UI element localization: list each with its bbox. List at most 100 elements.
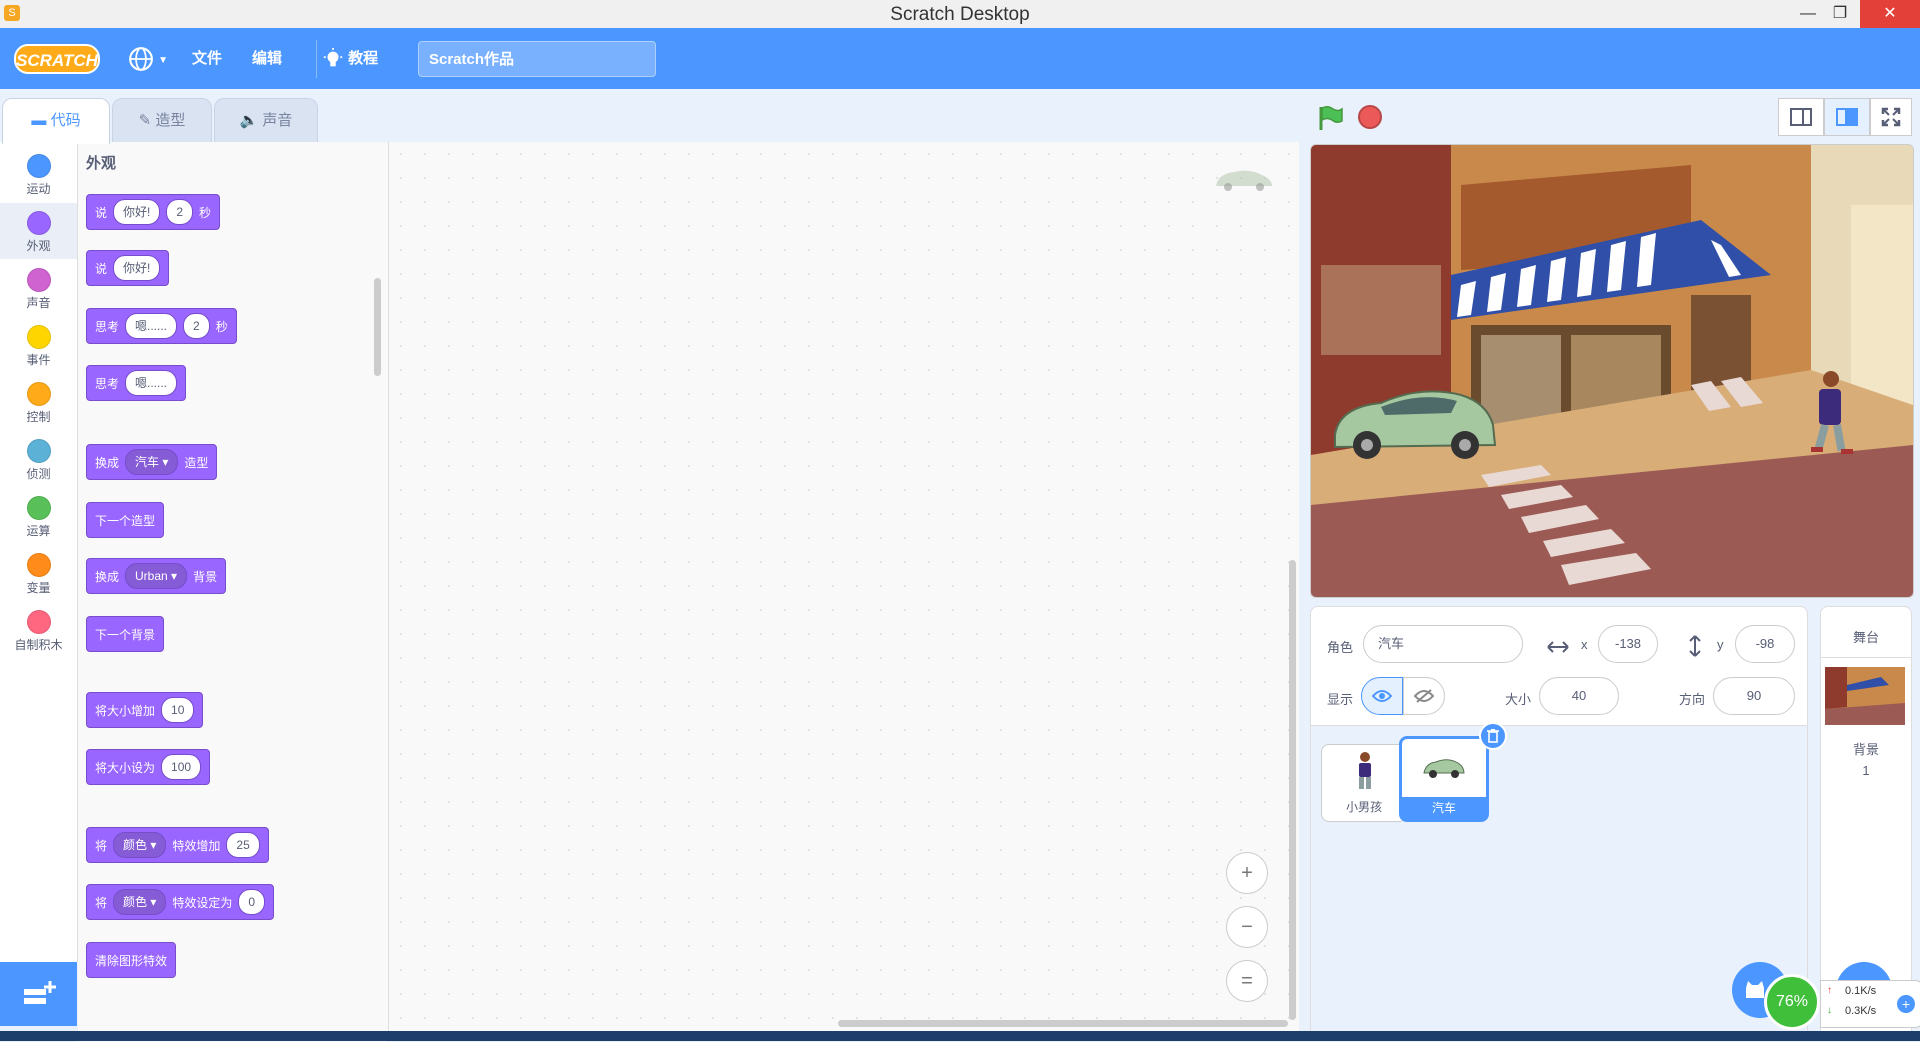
maximize-button[interactable]: ❐ xyxy=(1818,0,1862,28)
x-label: x xyxy=(1581,637,1588,652)
show-sprite-button[interactable] xyxy=(1361,677,1403,715)
block-think-for-secs[interactable]: 思考 嗯...... 2 秒 xyxy=(86,308,237,344)
window-title-bar: S Scratch Desktop — ❐ ✕ xyxy=(0,0,1920,29)
category-looks[interactable]: 外观 xyxy=(0,203,77,259)
upload-speed: 0.1K/s xyxy=(1845,985,1877,997)
expand-widget-icon[interactable]: + xyxy=(1897,995,1915,1013)
direction-input[interactable]: 90 xyxy=(1713,677,1795,715)
category-sound-label: 声音 xyxy=(26,296,51,310)
effect-dropdown[interactable]: 颜色 ▾ xyxy=(113,889,167,915)
block-set-effect[interactable]: 将 颜色 ▾ 特效设定为 0 xyxy=(86,884,275,920)
block-text: 清除图形特效 xyxy=(95,953,168,968)
category-my-blocks-dot xyxy=(26,610,51,634)
fullscreen-icon xyxy=(1881,107,1901,127)
file-menu[interactable]: 文件 xyxy=(192,28,222,89)
script-vertical-scrollbar[interactable] xyxy=(1289,560,1296,1020)
block-text-input[interactable]: 你好! xyxy=(113,199,161,225)
green-flag-button[interactable] xyxy=(1316,104,1344,132)
hide-sprite-button[interactable] xyxy=(1403,677,1445,715)
block-text: 特效增加 xyxy=(172,838,221,853)
stop-button[interactable] xyxy=(1358,105,1382,129)
zoom-reset-button[interactable]: = xyxy=(1226,960,1268,1002)
block-text: 下一个背景 xyxy=(95,627,156,642)
chevron-down-icon: ▼ xyxy=(158,55,169,66)
close-button[interactable]: ✕ xyxy=(1860,0,1920,28)
category-sensing[interactable]: 侦测 xyxy=(0,431,77,487)
delete-sprite-button[interactable] xyxy=(1479,722,1507,750)
category-control-label: 控制 xyxy=(26,410,51,424)
block-text: 思考 xyxy=(95,319,120,334)
tutorials-menu[interactable]: 教程 xyxy=(322,28,378,89)
sprite-card-boy[interactable]: 小男孩 xyxy=(1321,744,1407,822)
menu-bar: SCRATCH ▼ 文件 编辑 教程 Scratch作品 xyxy=(0,28,1920,89)
network-monitor-widget[interactable]: 76% ↑ 0.1K/s ↓ 0.3K/s + xyxy=(1760,968,1920,1034)
script-area[interactable] xyxy=(389,142,1299,1032)
block-number-input[interactable]: 2 xyxy=(166,199,194,225)
show-label: 显示 xyxy=(1327,692,1354,707)
block-text: 换成 xyxy=(95,455,120,470)
sprite-name-input[interactable]: 汽车 xyxy=(1363,625,1523,663)
backdrop-dropdown[interactable]: Urban ▾ xyxy=(125,563,188,589)
block-switch-costume[interactable]: 换成 汽车 ▾ 造型 xyxy=(86,444,218,480)
block-text: 造型 xyxy=(184,455,209,470)
block-think[interactable]: 思考 嗯...... xyxy=(86,365,187,401)
block-number-input[interactable]: 0 xyxy=(238,889,266,915)
effect-dropdown[interactable]: 颜色 ▾ xyxy=(113,832,167,858)
category-sound[interactable]: 声音 xyxy=(0,260,77,316)
category-variables[interactable]: 变量 xyxy=(0,545,77,601)
block-say[interactable]: 说 你好! xyxy=(86,250,170,286)
block-set-size[interactable]: 将大小设为 100 xyxy=(86,749,211,785)
block-say-for-secs[interactable]: 说 你好! 2 秒 xyxy=(86,194,221,230)
costume-dropdown[interactable]: 汽车 ▾ xyxy=(125,449,179,475)
category-variables-dot xyxy=(26,553,51,577)
chevron-down-icon: ▾ xyxy=(150,838,157,852)
edit-menu[interactable]: 编辑 xyxy=(252,28,282,89)
category-variables-label: 变量 xyxy=(26,581,51,595)
block-next-costume[interactable]: 下一个造型 xyxy=(86,502,165,538)
block-text-input[interactable]: 你好! xyxy=(113,255,161,281)
block-next-backdrop[interactable]: 下一个背景 xyxy=(86,616,165,652)
fullscreen-button[interactable] xyxy=(1870,98,1912,136)
category-motion[interactable]: 运动 xyxy=(0,146,77,202)
block-change-effect[interactable]: 将 颜色 ▾ 特效增加 25 xyxy=(86,827,269,863)
block-number-input[interactable]: 10 xyxy=(161,697,195,723)
stage-pane-title: 舞台 xyxy=(1852,630,1879,645)
sprite-card-car[interactable]: 汽车 xyxy=(1399,736,1489,822)
size-input[interactable]: 40 xyxy=(1539,677,1619,715)
tab-costumes-label: 造型 xyxy=(155,112,186,129)
tab-sounds[interactable]: 🔈 声音 xyxy=(214,98,318,142)
scratch-logo[interactable]: SCRATCH xyxy=(14,44,100,74)
stage-canvas[interactable] xyxy=(1310,144,1914,598)
block-text-input[interactable]: 嗯...... xyxy=(125,370,178,396)
menu-divider xyxy=(316,40,317,78)
category-control[interactable]: 控制 xyxy=(0,374,77,430)
project-title-input[interactable]: Scratch作品 xyxy=(418,41,656,77)
zoom-in-button[interactable]: + xyxy=(1226,852,1268,894)
language-menu[interactable]: ▼ xyxy=(128,28,168,89)
category-operators[interactable]: 运算 xyxy=(0,488,77,544)
block-clear-effects[interactable]: 清除图形特效 xyxy=(86,942,177,978)
block-change-size[interactable]: 将大小增加 10 xyxy=(86,692,204,728)
zoom-out-button[interactable]: − xyxy=(1226,906,1268,948)
normal-stage-button[interactable] xyxy=(1824,98,1870,136)
block-number-input[interactable]: 25 xyxy=(226,832,260,858)
script-horizontal-scrollbar[interactable] xyxy=(838,1020,1288,1027)
dropdown-value: 汽车 xyxy=(135,455,160,469)
block-number-input[interactable]: 2 xyxy=(183,313,210,339)
block-text: 将大小设为 xyxy=(95,760,156,775)
category-events[interactable]: 事件 xyxy=(0,317,77,373)
tab-costumes[interactable]: ✎ 造型 xyxy=(112,98,212,142)
y-position-input[interactable]: -98 xyxy=(1735,625,1795,663)
block-text-input[interactable]: 嗯...... xyxy=(125,313,178,339)
tutorials-label: 教程 xyxy=(348,50,379,67)
brush-icon: ✎ xyxy=(138,112,152,129)
tab-code[interactable]: ▬ 代码 xyxy=(2,98,110,144)
small-stage-button[interactable] xyxy=(1778,98,1824,136)
palette-scrollbar[interactable] xyxy=(374,278,381,376)
block-switch-backdrop[interactable]: 换成 Urban ▾ 背景 xyxy=(86,558,227,594)
x-position-input[interactable]: -138 xyxy=(1598,625,1658,663)
category-my-blocks[interactable]: 自制积木 xyxy=(0,602,77,658)
trash-icon xyxy=(1487,729,1499,743)
add-extension-button[interactable] xyxy=(0,962,77,1026)
block-number-input[interactable]: 100 xyxy=(161,754,202,780)
